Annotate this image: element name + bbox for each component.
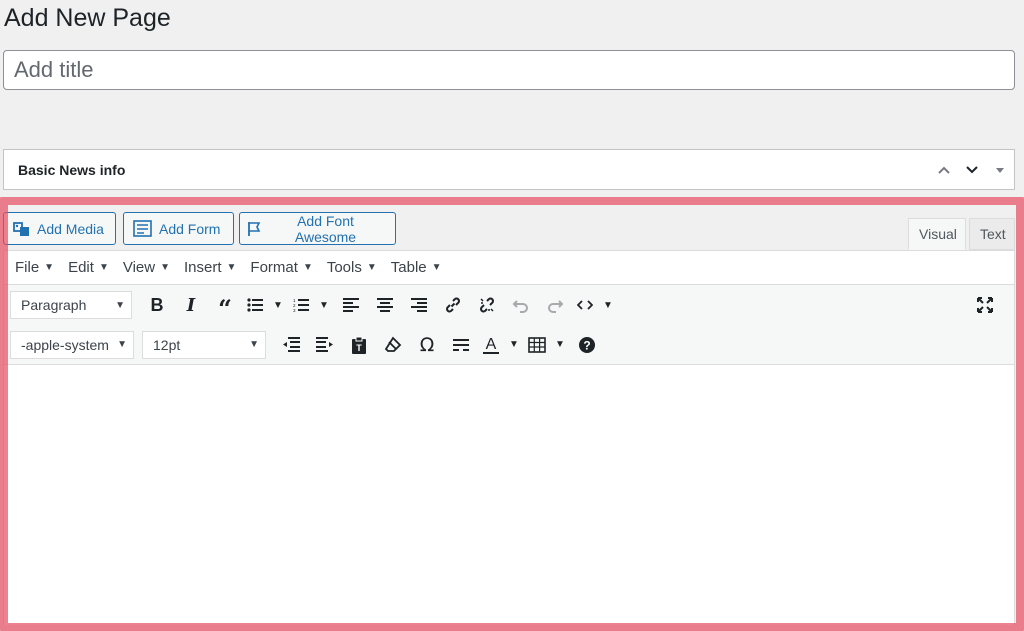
editor-menubar: File ▼ Edit ▼ View ▼ Insert ▼ Format ▼ Tools ▼… <box>4 251 1014 285</box>
menu-file[interactable]: File ▼ <box>8 259 61 276</box>
text-color-icon[interactable]: A <box>478 330 504 360</box>
format-select[interactable]: Paragraph ▼ <box>10 291 132 319</box>
svg-text:T: T <box>356 343 362 353</box>
add-media-button[interactable]: Add Media <box>3 212 116 245</box>
table-dropdown-icon[interactable]: ▼ <box>550 330 570 360</box>
toggle-panel-icon[interactable] <box>986 156 1014 184</box>
caret-down-icon: ▼ <box>302 262 313 273</box>
menu-insert[interactable]: Insert ▼ <box>177 259 243 276</box>
undo-icon[interactable] <box>504 290 538 320</box>
unlink-icon[interactable] <box>470 290 504 320</box>
menu-tools[interactable]: Tools ▼ <box>320 259 384 276</box>
add-font-awesome-label: Add Font Awesome <box>294 212 357 245</box>
caret-down-icon: ▼ <box>431 262 442 273</box>
menu-label: Insert <box>184 259 222 276</box>
table-icon[interactable] <box>524 330 550 360</box>
format-select-value: Paragraph <box>21 297 87 313</box>
add-form-label: Add Form <box>159 220 221 237</box>
bold-icon[interactable]: B <box>140 290 174 320</box>
move-up-icon[interactable] <box>930 156 958 184</box>
redo-icon[interactable] <box>538 290 572 320</box>
link-icon[interactable] <box>436 290 470 320</box>
add-font-awesome-button[interactable]: Add Font Awesome <box>239 212 396 245</box>
svg-text:3: 3 <box>293 308 296 312</box>
media-buttons-bar: Add Media Add Form Add Font Awesome <box>3 212 1015 250</box>
caret-down-icon: ▼ <box>249 339 259 350</box>
caret-down-icon: ▼ <box>117 339 127 350</box>
font-size-select[interactable]: 12pt ▼ <box>142 330 266 359</box>
code-icon[interactable] <box>572 290 598 320</box>
editor-toolbar-primary: Paragraph ▼ B I “ ▼ 123 ▼ ▼ <box>4 285 1014 325</box>
menu-label: File <box>15 259 40 276</box>
editor-toolbar-secondary: -apple-system ▼ 12pt ▼ T Ω A ▼ ▼ ? <box>4 325 1014 365</box>
editor-content-area[interactable] <box>4 365 1014 625</box>
fullscreen-icon[interactable] <box>968 290 1002 320</box>
caret-down-icon: ▼ <box>115 299 125 311</box>
tab-visual[interactable]: Visual <box>908 218 966 250</box>
menu-view[interactable]: View ▼ <box>116 259 177 276</box>
menu-label: Tools <box>326 259 362 276</box>
page-title: Add New Page <box>4 4 171 32</box>
numbered-list-dropdown-icon[interactable]: ▼ <box>314 290 334 320</box>
rich-text-editor: File ▼ Edit ▼ View ▼ Insert ▼ Format ▼ Tools ▼… <box>3 250 1015 625</box>
font-family-select[interactable]: -apple-system ▼ <box>10 330 134 359</box>
font-family-value: -apple-system <box>21 336 109 353</box>
bullet-list-dropdown-icon[interactable]: ▼ <box>268 290 288 320</box>
metabox-basic-news-info: Basic News info <box>3 149 1015 190</box>
menu-format[interactable]: Format ▼ <box>243 259 319 276</box>
caret-down-icon: ▼ <box>226 262 237 273</box>
horizontal-line-icon[interactable] <box>444 330 478 360</box>
media-icon <box>13 221 29 236</box>
add-media-label: Add Media <box>37 220 104 237</box>
menu-edit[interactable]: Edit ▼ <box>61 259 116 276</box>
align-left-icon[interactable] <box>334 290 368 320</box>
flag-icon <box>248 221 261 236</box>
menu-table[interactable]: Table ▼ <box>384 259 449 276</box>
tab-text[interactable]: Text <box>969 218 1015 250</box>
title-input[interactable] <box>3 50 1015 90</box>
indent-icon[interactable] <box>308 330 342 360</box>
special-character-icon[interactable]: Ω <box>410 330 444 360</box>
metabox-title: Basic News info <box>18 161 126 178</box>
caret-down-icon: ▼ <box>366 262 377 273</box>
align-center-icon[interactable] <box>368 290 402 320</box>
paste-text-icon[interactable]: T <box>342 330 376 360</box>
caret-down-icon: ▼ <box>98 262 109 273</box>
menu-label: Format <box>250 259 298 276</box>
svg-text:A: A <box>486 336 497 353</box>
align-right-icon[interactable] <box>402 290 436 320</box>
font-size-value: 12pt <box>153 336 181 353</box>
svg-text:?: ? <box>583 338 590 352</box>
help-icon[interactable]: ? <box>570 330 604 360</box>
caret-down-icon: ▼ <box>160 262 170 273</box>
menu-label: View <box>122 259 156 276</box>
numbered-list-icon[interactable]: 123 <box>288 290 314 320</box>
outdent-icon[interactable] <box>274 330 308 360</box>
caret-down-icon: ▼ <box>44 262 55 273</box>
clear-formatting-icon[interactable] <box>376 330 410 360</box>
bullet-list-icon[interactable] <box>242 290 268 320</box>
form-icon <box>133 219 152 237</box>
move-down-icon[interactable] <box>958 156 986 184</box>
text-color-dropdown-icon[interactable]: ▼ <box>504 330 524 360</box>
blockquote-icon[interactable]: “ <box>208 290 242 321</box>
add-form-button[interactable]: Add Form <box>123 212 234 245</box>
menu-label: Table <box>390 259 427 276</box>
code-dropdown-icon[interactable]: ▼ <box>598 290 618 320</box>
menu-label: Edit <box>68 259 94 276</box>
italic-icon[interactable]: I <box>174 290 208 320</box>
